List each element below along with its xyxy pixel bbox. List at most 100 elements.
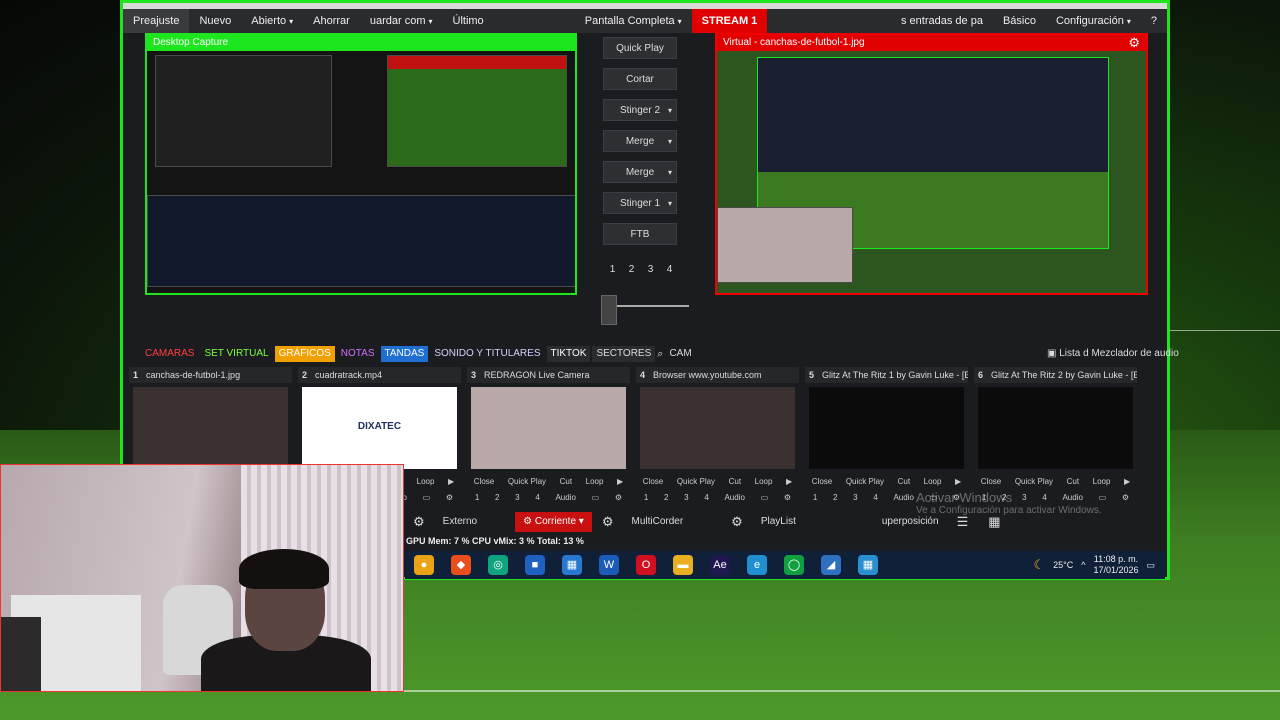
play-icon[interactable]: ▶ — [786, 477, 792, 489]
t-bar-handle[interactable] — [601, 295, 617, 325]
dropdown-caret-icon[interactable]: ▾ — [668, 162, 672, 184]
stream-button[interactable]: STREAM 1 — [691, 9, 768, 33]
menu-ultimo[interactable]: Último — [443, 9, 494, 33]
transition-number-button[interactable]: 2 — [622, 261, 641, 279]
notification-icon[interactable]: ▭ — [1146, 560, 1155, 571]
after-effects-icon[interactable]: Ae — [710, 555, 730, 575]
monitor-icon[interactable]: ▭ — [592, 493, 600, 505]
transition-number-button[interactable]: 3 — [641, 261, 660, 279]
chevron-up-icon[interactable]: ^ — [1081, 560, 1085, 570]
gear-icon[interactable]: ⚙ — [615, 493, 622, 505]
dropdown-caret-icon[interactable]: ▾ — [668, 193, 672, 215]
gear-icon[interactable]: ⚙ — [721, 514, 753, 530]
category-tab[interactable]: CAM — [665, 346, 696, 362]
close-button[interactable]: Close — [812, 477, 832, 489]
cut-button[interactable]: Cut — [898, 477, 910, 489]
category-tab[interactable]: SONIDO Y TITULARES — [430, 346, 545, 362]
playlist-button[interactable]: PlayList — [753, 512, 804, 532]
word-icon[interactable]: W — [599, 555, 619, 575]
menu-configuracion[interactable]: Configuración ▾ — [1046, 9, 1141, 33]
overlay-3-button[interactable]: 3 — [684, 493, 688, 505]
audio-mixer-tab[interactable]: ▣ Lista d Mezclador de audio — [1047, 348, 1179, 359]
store-icon[interactable]: ▦ — [562, 555, 582, 575]
loop-button[interactable]: Loop — [755, 477, 773, 489]
quick-play-button[interactable]: Quick Play — [1015, 477, 1053, 489]
input-thumbnail[interactable] — [133, 387, 288, 469]
loop-button[interactable]: Loop — [586, 477, 604, 489]
menu-pantalla-completa[interactable]: Pantalla Completa ▾ — [575, 9, 692, 33]
menu-preajuste[interactable]: Preajuste — [123, 9, 190, 33]
transition-button[interactable]: Merge ▾ — [603, 130, 677, 152]
input-card[interactable]: 3 REDRAGON Live Camera Close Quick Play Cut L… — [467, 367, 630, 507]
clock[interactable]: 11:08 p. m. 17/01/2026 — [1093, 554, 1138, 576]
loop-button[interactable]: Loop — [1093, 477, 1111, 489]
input-thumbnail[interactable] — [809, 387, 964, 469]
category-tab[interactable]: SECTORES — [592, 346, 656, 362]
gear-icon[interactable]: ⚙ — [1122, 493, 1129, 505]
overlay-3-button[interactable]: 3 — [515, 493, 519, 505]
corriente-button[interactable]: ⚙ Corriente ▾ — [515, 512, 592, 532]
quick-play-button[interactable]: Quick Play — [508, 477, 546, 489]
quick-play-button[interactable]: Quick Play — [677, 477, 715, 489]
gear-icon[interactable]: ⚙ — [1128, 35, 1140, 51]
play-icon[interactable]: ▶ — [955, 477, 961, 489]
transition-number-button[interactable]: 4 — [660, 261, 679, 279]
chrome-icon[interactable]: ● — [414, 555, 434, 575]
grid-app-icon[interactable]: ▦ — [858, 555, 878, 575]
dropdown-caret-icon[interactable]: ▾ — [668, 100, 672, 122]
input-card[interactable]: 5 Glitz At The Ritz 1 by Gavin Luke - [E C… — [805, 367, 968, 507]
clipchamp-icon[interactable]: ◎ — [488, 555, 508, 575]
transition-button[interactable]: Cortar — [603, 68, 677, 90]
close-button[interactable]: Close — [474, 477, 494, 489]
close-button[interactable]: Close — [643, 477, 663, 489]
audio-button[interactable]: Audio — [555, 493, 575, 505]
overlay-2-button[interactable]: 2 — [664, 493, 668, 505]
cut-button[interactable]: Cut — [560, 477, 572, 489]
overlay-4-button[interactable]: 4 — [873, 493, 877, 505]
input-thumbnail[interactable] — [978, 387, 1133, 469]
overlay-1-button[interactable]: 1 — [475, 493, 479, 505]
externo-button[interactable]: Externo — [435, 512, 485, 532]
grid-icon[interactable]: ▦ — [978, 514, 1010, 530]
menu-icon[interactable]: ☰ — [947, 514, 979, 530]
quick-play-button[interactable]: Quick Play — [846, 477, 884, 489]
play-icon[interactable]: ▶ — [448, 477, 454, 489]
category-tab[interactable]: CAMARAS — [141, 346, 199, 362]
multicorder-button[interactable]: MultiCorder — [623, 512, 691, 532]
gear-icon[interactable]: ⚙ — [446, 493, 453, 505]
transition-button[interactable]: FTB — [603, 223, 677, 245]
input-card[interactable]: 6 Glitz At The Ritz 2 by Gavin Luke - [E C… — [974, 367, 1137, 507]
overlay-1-button[interactable]: 1 — [644, 493, 648, 505]
opera-icon[interactable]: O — [636, 555, 656, 575]
loop-button[interactable]: Loop — [924, 477, 942, 489]
edge-icon[interactable]: e — [747, 555, 767, 575]
transition-button[interactable]: Quick Play — [603, 37, 677, 59]
category-tab[interactable]: NOTAS — [336, 346, 379, 362]
overlay-2-button[interactable]: 2 — [495, 493, 499, 505]
loop-button[interactable]: Loop — [417, 477, 435, 489]
category-tab[interactable]: SET VIRTUAL — [200, 346, 273, 362]
colorful-app-icon[interactable]: ◆ — [451, 555, 471, 575]
input-thumbnail[interactable]: DIXATEC — [302, 387, 457, 469]
spotify-like-icon[interactable]: ◯ — [784, 555, 804, 575]
menu-ahorrar[interactable]: Ahorrar — [303, 9, 360, 33]
menu-guardar-como[interactable]: uardar com ▾ — [360, 9, 443, 33]
monitor-icon[interactable]: ▭ — [761, 493, 769, 505]
help-button[interactable]: ? — [1141, 9, 1167, 33]
input-thumbnail[interactable] — [471, 387, 626, 469]
explorer-icon[interactable]: ▬ — [673, 555, 693, 575]
transition-button[interactable]: Stinger 1 ▾ — [603, 192, 677, 214]
gear-icon[interactable]: ⚙ — [592, 514, 624, 530]
menu-abierto[interactable]: Abierto ▾ — [241, 9, 303, 33]
dropdown-caret-icon[interactable]: ▾ — [668, 131, 672, 153]
audio-button[interactable]: Audio — [893, 493, 913, 505]
overlay-4-button[interactable]: 4 — [704, 493, 708, 505]
menu-nuevo[interactable]: Nuevo — [189, 9, 241, 33]
category-tab[interactable]: TANDAS — [380, 346, 429, 362]
transition-button[interactable]: Merge ▾ — [603, 161, 677, 183]
category-tab[interactable]: TIKTOK — [546, 346, 591, 362]
play-icon[interactable]: ▶ — [1124, 477, 1130, 489]
monitor-icon[interactable]: ▭ — [423, 493, 431, 505]
transition-number-button[interactable]: 1 — [603, 261, 622, 279]
output-panel[interactable]: Virtual - canchas-de-futbol-1.jpg ⚙ — [715, 33, 1148, 295]
